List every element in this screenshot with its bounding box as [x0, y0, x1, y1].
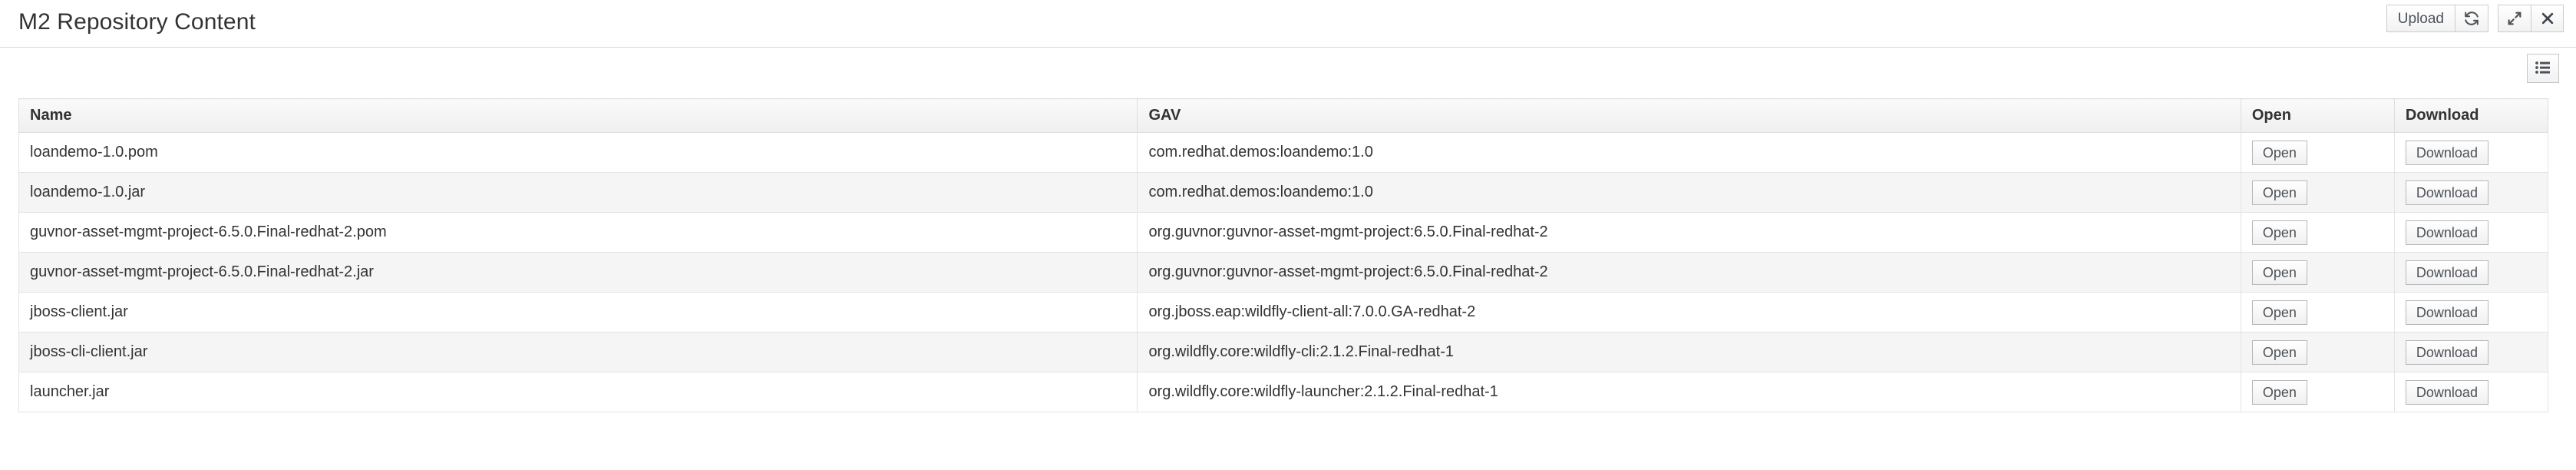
download-button[interactable]: Download [2405, 300, 2488, 325]
m2-repository-content-panel: M2 Repository Content Upload Name GAV Op… [0, 0, 2576, 470]
cell-download: Download [2393, 252, 2549, 293]
cell-download: Download [2393, 212, 2549, 253]
cell-open: Open [2240, 252, 2395, 293]
open-button[interactable]: Open [2251, 300, 2307, 325]
cell-name: jboss-cli-client.jar [18, 332, 1138, 372]
download-button[interactable]: Download [2405, 220, 2488, 245]
table-row[interactable]: guvnor-asset-mgmt-project-6.5.0.Final-re… [18, 252, 2549, 293]
cell-gav: com.redhat.demos:loandemo:1.0 [1137, 132, 2241, 173]
cell-gav: org.guvnor:guvnor-asset-mgmt-project:6.5… [1137, 212, 2241, 253]
cell-download: Download [2393, 292, 2549, 333]
open-button[interactable]: Open [2251, 260, 2307, 285]
upload-button[interactable]: Upload [2386, 5, 2455, 32]
close-icon [2540, 11, 2555, 26]
refresh-button[interactable] [2455, 5, 2488, 32]
table-toolbar [0, 48, 2576, 91]
cell-gav: com.redhat.demos:loandemo:1.0 [1137, 172, 2241, 213]
cell-name: guvnor-asset-mgmt-project-6.5.0.Final-re… [18, 212, 1138, 253]
panel-header: M2 Repository Content Upload [0, 0, 2576, 48]
cell-gav: org.guvnor:guvnor-asset-mgmt-project:6.5… [1137, 252, 2241, 293]
window-controls-group [2498, 5, 2564, 32]
table-row[interactable]: jboss-cli-client.jar org.wildfly.core:wil… [18, 332, 2549, 372]
close-button[interactable] [2531, 5, 2564, 32]
table-head: Name GAV Open Download [18, 98, 2549, 133]
download-button[interactable]: Download [2405, 339, 2488, 365]
cell-name: launcher.jar [18, 372, 1138, 412]
column-header-open[interactable]: Open [2240, 98, 2395, 133]
table-header-row: Name GAV Open Download [18, 98, 2549, 133]
cell-download: Download [2393, 372, 2549, 412]
cell-open: Open [2240, 212, 2395, 253]
column-header-name[interactable]: Name [18, 98, 1138, 133]
page-title: M2 Repository Content [18, 9, 256, 35]
cell-gav: org.wildfly.core:wildfly-launcher:2.1.2.… [1137, 372, 2241, 412]
open-button[interactable]: Open [2251, 379, 2307, 405]
download-button[interactable]: Download [2405, 180, 2488, 205]
cell-name: guvnor-asset-mgmt-project-6.5.0.Final-re… [18, 252, 1138, 293]
cell-gav: org.wildfly.core:wildfly-cli:2.1.2.Final… [1137, 332, 2241, 372]
cell-open: Open [2240, 332, 2395, 372]
open-button[interactable]: Open [2251, 220, 2307, 245]
cell-name: loandemo-1.0.jar [18, 172, 1138, 213]
repository-content-table-wrapper: Name GAV Open Download loandemo-1.0.pom c… [18, 98, 2551, 412]
cell-name: loandemo-1.0.pom [18, 132, 1138, 173]
list-icon [2535, 61, 2551, 77]
expand-icon [2506, 10, 2523, 27]
download-button[interactable]: Download [2405, 140, 2488, 165]
cell-download: Download [2393, 172, 2549, 213]
cell-download: Download [2393, 132, 2549, 173]
table-row[interactable]: guvnor-asset-mgmt-project-6.5.0.Final-re… [18, 212, 2549, 253]
cell-download: Download [2393, 332, 2549, 372]
table-row[interactable]: launcher.jar org.wildfly.core:wildfly-lau… [18, 372, 2549, 412]
repository-content-table: Name GAV Open Download loandemo-1.0.pom c… [18, 98, 2549, 412]
open-button[interactable]: Open [2251, 339, 2307, 365]
cell-name: jboss-client.jar [18, 292, 1138, 333]
table-row[interactable]: jboss-client.jar org.jboss.eap:wildfly-cl… [18, 292, 2549, 333]
cell-gav: org.jboss.eap:wildfly-client-all:7.0.0.G… [1137, 292, 2241, 333]
table-body: loandemo-1.0.pom com.redhat.demos:loandem… [18, 132, 2549, 412]
cell-open: Open [2240, 292, 2395, 333]
table-row[interactable]: loandemo-1.0.jar com.redhat.demos:loandem… [18, 172, 2549, 213]
table-row[interactable]: loandemo-1.0.pom com.redhat.demos:loandem… [18, 132, 2549, 173]
cell-open: Open [2240, 132, 2395, 173]
column-header-download[interactable]: Download [2393, 98, 2549, 133]
column-header-gav[interactable]: GAV [1137, 98, 2241, 133]
download-button[interactable]: Download [2405, 260, 2488, 285]
open-button[interactable]: Open [2251, 180, 2307, 205]
header-actions: Upload [2386, 5, 2564, 32]
refresh-icon [2463, 10, 2480, 27]
open-button[interactable]: Open [2251, 140, 2307, 165]
cell-open: Open [2240, 372, 2395, 412]
download-button[interactable]: Download [2405, 379, 2488, 405]
cell-open: Open [2240, 172, 2395, 213]
list-view-toggle-button[interactable] [2527, 54, 2559, 83]
upload-refresh-group: Upload [2386, 5, 2488, 32]
maximize-button[interactable] [2498, 5, 2531, 32]
